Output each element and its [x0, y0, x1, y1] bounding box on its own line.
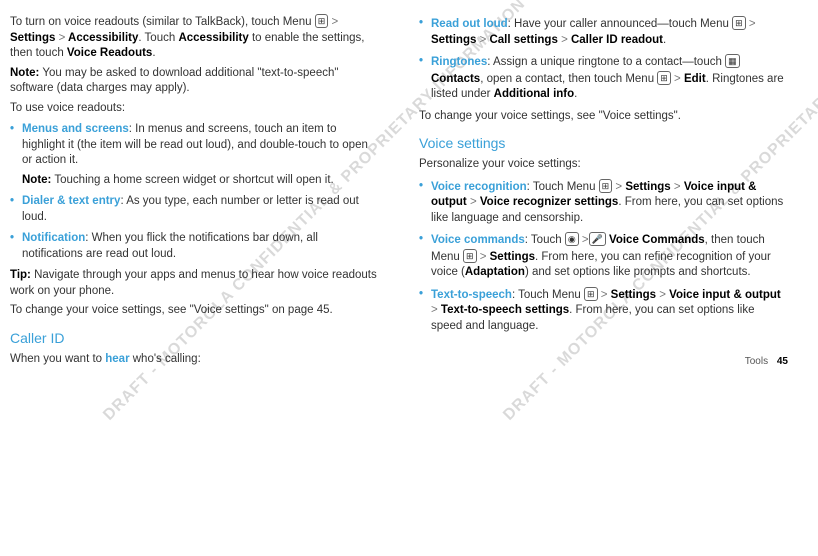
list-item: Voice commands: Touch ◉ >🎤 Voice Command…	[419, 232, 788, 281]
menu-icon: ⊞	[599, 179, 613, 193]
paragraph: To turn on voice readouts (similar to Ta…	[10, 14, 379, 62]
footer: Tools 45	[745, 356, 788, 367]
list-item: Voice recognition: Touch Menu ⊞ > Settin…	[419, 179, 788, 227]
menu-icon: ⊞	[315, 14, 329, 28]
list-item: Menus and screens: In menus and screens,…	[10, 122, 379, 188]
list-item: Text-to-speech: Touch Menu ⊞ > Settings …	[419, 287, 788, 335]
heading-caller-id: Caller ID	[10, 329, 379, 348]
menu-icon: ⊞	[657, 71, 671, 85]
list-item: Dialer & text entry: As you type, each n…	[10, 194, 379, 225]
list-item: Ringtones: Assign a unique ringtone to a…	[419, 54, 788, 103]
tip: Tip: Navigate through your apps and menu…	[10, 268, 379, 299]
left-column: To turn on voice readouts (similar to Ta…	[10, 10, 379, 371]
paragraph: To change your voice settings, see "Voic…	[10, 303, 379, 319]
contacts-icon: ▦	[725, 54, 740, 68]
section-label: Tools	[745, 356, 768, 367]
note: Note: You may be asked to download addit…	[10, 66, 379, 97]
list-item: Read out loud: Have your caller announce…	[419, 16, 788, 48]
page-number: 45	[777, 356, 788, 367]
heading-voice-settings: Voice settings	[419, 134, 788, 153]
right-column: Read out loud: Have your caller announce…	[419, 10, 788, 371]
voice-icon: 🎤	[589, 232, 606, 246]
paragraph: To use voice readouts:	[10, 101, 379, 117]
menu-icon: ⊞	[463, 249, 477, 263]
paragraph: To change your voice settings, see "Voic…	[419, 109, 788, 125]
apps-icon: ◉	[565, 232, 579, 246]
menu-icon: ⊞	[584, 287, 598, 301]
list-item: Notification: When you flick the notific…	[10, 231, 379, 262]
menu-icon: ⊞	[732, 16, 746, 30]
paragraph: Personalize your voice settings:	[419, 157, 788, 173]
paragraph: When you want to hear who's calling:	[10, 352, 379, 368]
